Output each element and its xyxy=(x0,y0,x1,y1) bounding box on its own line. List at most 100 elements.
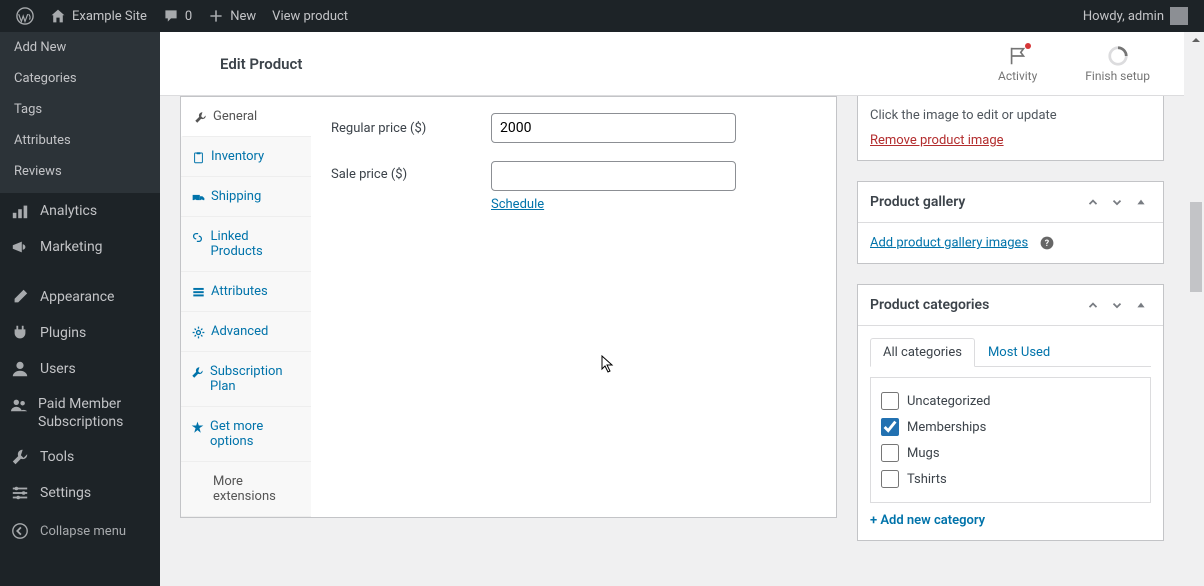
category-label: Mugs xyxy=(907,446,940,461)
product-image-box: Click the image to edit or update Remove… xyxy=(857,96,1164,161)
new-link[interactable]: New xyxy=(200,0,264,32)
category-checkbox[interactable] xyxy=(881,392,899,410)
category-label: Tshirts xyxy=(907,472,947,487)
page-header: Edit Product Activity Finish setup xyxy=(160,32,1184,96)
caret-up-icon[interactable] xyxy=(1131,192,1151,212)
tab-attributes[interactable]: Attributes xyxy=(181,272,311,312)
users-icon xyxy=(10,359,30,379)
tab-advanced[interactable]: Advanced xyxy=(181,312,311,352)
tab-more-extensions[interactable]: More extensions xyxy=(181,462,311,517)
general-panel: Regular price ($) Sale price ($) Schedul… xyxy=(311,97,836,517)
help-icon[interactable]: ? xyxy=(1039,235,1055,251)
chevron-down-icon[interactable] xyxy=(1107,295,1127,315)
product-data-panel: General Inventory Shipping Linked Produc… xyxy=(180,96,837,518)
sale-price-label: Sale price ($) xyxy=(331,161,491,182)
admin-bar: Example Site 0 New View product Howdy, a… xyxy=(0,0,1204,32)
wrench-icon xyxy=(10,447,30,467)
categories-title: Product categories xyxy=(870,297,989,313)
menu-pms[interactable]: Paid Member Subscriptions xyxy=(0,387,160,439)
comments-count: 0 xyxy=(185,9,192,24)
category-checkbox[interactable] xyxy=(881,418,899,436)
wp-logo[interactable] xyxy=(8,0,42,32)
avatar xyxy=(1170,7,1188,25)
submenu-add-new[interactable]: Add New xyxy=(0,32,160,63)
new-label: New xyxy=(230,9,256,24)
menu-marketing[interactable]: Marketing xyxy=(0,229,160,265)
admin-side-menu: Add New Categories Tags Attributes Revie… xyxy=(0,32,160,586)
link-icon xyxy=(191,230,205,244)
add-gallery-link[interactable]: Add product gallery images xyxy=(870,235,1028,250)
vertical-scrollbar[interactable] xyxy=(1188,32,1204,586)
gallery-title: Product gallery xyxy=(870,194,965,210)
product-gallery-box: Product gallery Add product gallery imag… xyxy=(857,181,1164,264)
submenu-reviews[interactable]: Reviews xyxy=(0,156,160,193)
submenu-tags[interactable]: Tags xyxy=(0,94,160,125)
activity-button[interactable]: Activity xyxy=(984,45,1051,83)
tab-general[interactable]: General xyxy=(181,97,311,137)
category-checkbox[interactable] xyxy=(881,444,899,462)
clipboard-icon xyxy=(191,150,205,164)
schedule-link[interactable]: Schedule xyxy=(491,197,544,212)
analytics-icon xyxy=(10,201,30,221)
plug-icon xyxy=(10,323,30,343)
submenu-categories[interactable]: Categories xyxy=(0,63,160,94)
menu-tools[interactable]: Tools xyxy=(0,439,160,475)
sale-price-input[interactable] xyxy=(491,161,736,191)
image-hint: Click the image to edit or update xyxy=(870,108,1151,123)
finish-setup-button[interactable]: Finish setup xyxy=(1071,45,1164,83)
remove-image-link[interactable]: Remove product image xyxy=(870,133,1004,148)
chevron-up-icon[interactable] xyxy=(1083,295,1103,315)
howdy-link[interactable]: Howdy, admin xyxy=(1075,0,1196,32)
menu-collapse[interactable]: Collapse menu xyxy=(0,511,160,549)
menu-settings[interactable]: Settings xyxy=(0,475,160,511)
menu-analytics[interactable]: Analytics xyxy=(0,193,160,229)
wrench-icon xyxy=(191,365,204,379)
category-label: Memberships xyxy=(907,420,986,435)
star-icon xyxy=(191,420,204,434)
product-categories-box: Product categories All categories Most U… xyxy=(857,284,1164,541)
brush-icon xyxy=(10,287,30,307)
tab-get-more-options[interactable]: Get more options xyxy=(181,407,311,462)
wrench-icon xyxy=(193,110,207,124)
product-data-tabs: General Inventory Shipping Linked Produc… xyxy=(181,97,311,517)
gear-icon xyxy=(191,325,205,339)
add-category-link[interactable]: + Add new category xyxy=(870,513,985,528)
regular-price-input[interactable] xyxy=(491,113,736,143)
caret-up-icon[interactable] xyxy=(1131,295,1151,315)
chevron-up-icon[interactable] xyxy=(1083,192,1103,212)
comments-link[interactable]: 0 xyxy=(155,0,200,32)
category-item: Memberships xyxy=(881,414,1140,440)
tab-all-categories[interactable]: All categories xyxy=(870,338,975,367)
scrollbar-thumb[interactable] xyxy=(1190,202,1202,292)
progress-circle-icon xyxy=(1107,45,1129,67)
sliders-icon xyxy=(10,483,30,503)
tab-most-used[interactable]: Most Used xyxy=(975,338,1063,367)
category-checkbox[interactable] xyxy=(881,470,899,488)
megaphone-icon xyxy=(10,237,30,257)
tab-linked-products[interactable]: Linked Products xyxy=(181,217,311,272)
category-item: Mugs xyxy=(881,440,1140,466)
category-label: Uncategorized xyxy=(907,394,990,409)
truck-icon xyxy=(191,190,205,204)
regular-price-label: Regular price ($) xyxy=(331,121,491,136)
scroll-up-arrow[interactable] xyxy=(1188,32,1204,48)
menu-users[interactable]: Users xyxy=(0,351,160,387)
menu-appearance[interactable]: Appearance xyxy=(0,279,160,315)
chevron-down-icon[interactable] xyxy=(1107,192,1127,212)
submenu-attributes[interactable]: Attributes xyxy=(0,125,160,156)
category-list: Uncategorized Memberships Mugs Tshirts xyxy=(870,377,1151,503)
site-name-link[interactable]: Example Site xyxy=(42,0,155,32)
flag-icon xyxy=(1007,45,1029,67)
list-icon xyxy=(191,285,205,299)
page-title: Edit Product xyxy=(180,55,964,73)
tab-shipping[interactable]: Shipping xyxy=(181,177,311,217)
category-item: Uncategorized xyxy=(881,388,1140,414)
svg-text:?: ? xyxy=(1045,239,1050,249)
main-content: General Inventory Shipping Linked Produc… xyxy=(160,96,1184,586)
view-product-link[interactable]: View product xyxy=(264,0,356,32)
site-name: Example Site xyxy=(72,9,147,24)
members-icon xyxy=(10,395,28,415)
tab-inventory[interactable]: Inventory xyxy=(181,137,311,177)
tab-subscription-plan[interactable]: Subscription Plan xyxy=(181,352,311,407)
menu-plugins[interactable]: Plugins xyxy=(0,315,160,351)
